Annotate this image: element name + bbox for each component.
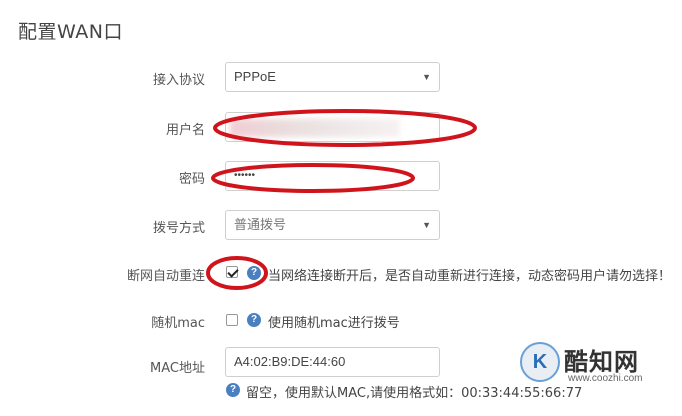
random-mac-checkbox[interactable] bbox=[226, 314, 238, 326]
chevron-down-icon: ▼ bbox=[422, 72, 431, 82]
watermark-logo: K bbox=[520, 342, 560, 382]
watermark-url: www.coozhi.com bbox=[568, 373, 643, 384]
page-title: 配置WAN口 bbox=[18, 21, 123, 43]
username-input[interactable] bbox=[225, 112, 440, 142]
mac-address-hint: 留空，使用默认MAC,请使用格式如：00:33:44:55:66:77 bbox=[246, 386, 583, 401]
dial-mode-label: 拨号方式 bbox=[152, 221, 205, 236]
dial-mode-select-value: 普通拨号 bbox=[234, 217, 287, 232]
protocol-select[interactable]: PPPoE ▼ bbox=[225, 62, 440, 92]
password-label: 密码 bbox=[178, 172, 205, 187]
username-blurred-value bbox=[230, 119, 400, 137]
help-icon[interactable]: ? bbox=[247, 313, 261, 327]
help-icon[interactable]: ? bbox=[247, 266, 261, 280]
protocol-label: 接入协议 bbox=[152, 73, 205, 88]
random-mac-hint: 使用随机mac进行拨号 bbox=[268, 316, 400, 331]
password-input[interactable]: •••••• bbox=[225, 161, 440, 191]
auto-reconnect-label: 断网自动重连 bbox=[126, 269, 205, 284]
dial-mode-select[interactable]: 普通拨号 ▼ bbox=[225, 210, 440, 240]
mac-address-input[interactable]: A4:02:B9:DE:44:60 bbox=[225, 347, 440, 377]
watermark-name: 酷知网 bbox=[564, 348, 639, 376]
auto-reconnect-hint: 当网络连接断开后，是否自动重新进行连接，动态密码用户请勿选择！ bbox=[268, 269, 672, 284]
protocol-select-value: PPPoE bbox=[234, 69, 276, 84]
help-icon[interactable]: ? bbox=[226, 383, 240, 397]
mac-address-label: MAC地址 bbox=[150, 361, 205, 376]
username-label: 用户名 bbox=[165, 123, 205, 138]
chevron-down-icon: ▼ bbox=[422, 220, 431, 230]
auto-reconnect-checkbox[interactable] bbox=[226, 266, 238, 278]
random-mac-label: 随机mac bbox=[151, 316, 205, 331]
